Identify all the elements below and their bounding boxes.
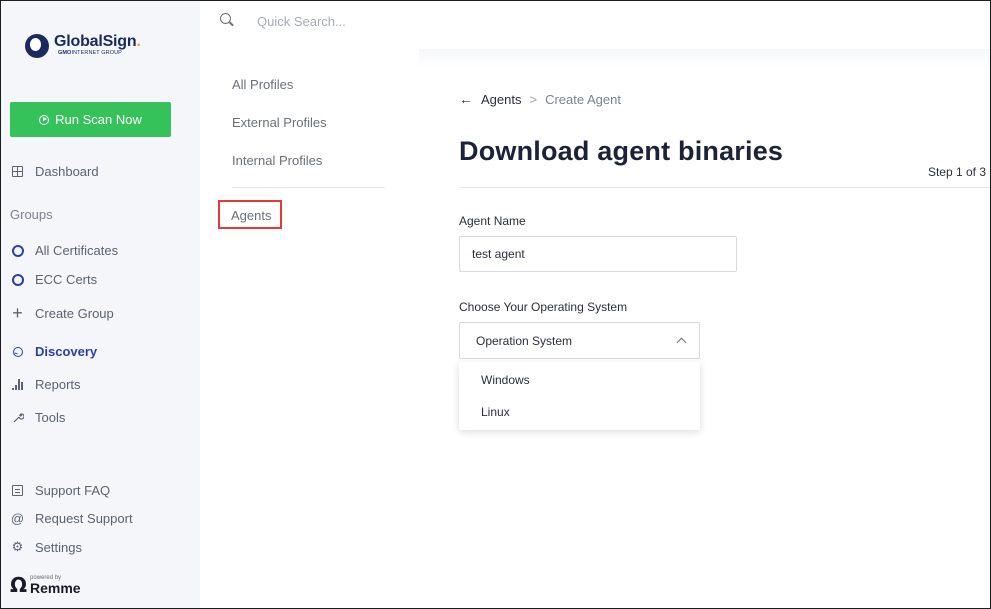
- sidebar: GlobalSign. GMOINTERNET GROUP Run Scan N…: [1, 1, 200, 608]
- search-icon[interactable]: [220, 13, 231, 24]
- top-search-bar: [200, 1, 990, 49]
- nav-discovery-label: Discovery: [35, 344, 98, 359]
- discovery-subnav: All Profiles External Profiles Internal …: [200, 49, 419, 608]
- group-item-label: All Certificates: [35, 243, 119, 258]
- reports-chart-icon: [12, 379, 23, 390]
- group-ring-icon: [11, 244, 24, 257]
- discovery-icon: [12, 346, 23, 357]
- faq-doc-icon: [12, 485, 23, 496]
- globalsign-eye-icon: [25, 34, 49, 58]
- page-title: Download agent binaries: [459, 136, 784, 166]
- at-sign-icon: @: [10, 511, 25, 526]
- group-item-all-certificates[interactable]: All Certificates: [10, 243, 118, 258]
- powered-by-remme: Ω powered by Remme: [10, 575, 81, 595]
- groups-heading: Groups: [10, 207, 53, 222]
- logo-dot: .: [136, 33, 141, 50]
- main-content: ← Agents > Create Agent Download agent b…: [419, 49, 990, 608]
- title-divider: [459, 187, 990, 188]
- globalsign-logo[interactable]: GlobalSign. GMOINTERNET GROUP: [25, 34, 141, 58]
- nav-request-support[interactable]: @ Request Support: [10, 511, 133, 526]
- logo-sub-rest: INTERNET GROUP: [71, 50, 122, 56]
- subnav-item-all-profiles[interactable]: All Profiles: [232, 77, 293, 92]
- create-group-label: Create Group: [35, 306, 114, 321]
- logo-sub-bold: GMO: [58, 50, 72, 56]
- subnav-item-agents[interactable]: Agents: [231, 208, 271, 223]
- nav-dashboard-label: Dashboard: [35, 164, 99, 179]
- logo-name: GlobalSign: [54, 33, 137, 50]
- nav-tools[interactable]: Tools: [10, 410, 65, 425]
- group-item-ecc-certs[interactable]: ECC Certs: [10, 272, 97, 287]
- create-group-button[interactable]: + Create Group: [10, 303, 114, 324]
- subnav-item-external-profiles[interactable]: External Profiles: [232, 115, 327, 130]
- agent-name-label: Agent Name: [459, 214, 526, 228]
- dashboard-icon: [12, 166, 23, 177]
- chevron-up-icon: [676, 337, 687, 348]
- nav-request-support-label: Request Support: [35, 511, 133, 526]
- os-label: Choose Your Operating System: [459, 300, 628, 314]
- nav-support-faq[interactable]: Support FAQ: [10, 483, 110, 498]
- nav-dashboard[interactable]: Dashboard: [10, 164, 99, 179]
- os-dropdown-menu: Windows Linux: [459, 362, 700, 430]
- nav-support-faq-label: Support FAQ: [35, 483, 111, 498]
- nav-settings-label: Settings: [35, 539, 82, 555]
- group-item-label: ECC Certs: [35, 272, 98, 287]
- gear-icon: ⚙: [11, 539, 24, 554]
- powered-by-brand: Remme: [30, 580, 81, 596]
- search-input[interactable]: [257, 11, 557, 31]
- nav-discovery[interactable]: Discovery: [10, 344, 97, 359]
- group-ring-icon: [11, 273, 24, 286]
- subnav-divider: [232, 187, 385, 188]
- os-select[interactable]: Operation System: [459, 322, 700, 359]
- os-option-windows[interactable]: Windows: [481, 373, 530, 387]
- remme-logo-icon: Ω: [10, 573, 28, 597]
- nav-settings[interactable]: ⚙ Settings: [10, 539, 82, 555]
- nav-tools-label: Tools: [35, 410, 66, 425]
- os-select-value: Operation System: [476, 333, 573, 348]
- run-scan-label: Run Scan Now: [55, 112, 142, 127]
- subnav-item-internal-profiles[interactable]: Internal Profiles: [232, 153, 322, 168]
- wrench-icon: [10, 412, 25, 424]
- nav-reports-label: Reports: [35, 377, 81, 392]
- nav-reports[interactable]: Reports: [10, 377, 81, 392]
- os-option-linux[interactable]: Linux: [481, 405, 510, 419]
- back-arrow-icon[interactable]: ←: [459, 91, 473, 107]
- breadcrumb: ← Agents > Create Agent: [459, 91, 621, 107]
- breadcrumb-chevron-icon: >: [529, 91, 538, 107]
- breadcrumb-current: Create Agent: [545, 91, 621, 107]
- play-circle-icon: [39, 114, 50, 125]
- plus-icon: +: [12, 303, 23, 323]
- app-window: GlobalSign. GMOINTERNET GROUP Run Scan N…: [0, 0, 991, 609]
- run-scan-button[interactable]: Run Scan Now: [10, 102, 171, 137]
- step-indicator: Step 1 of 3: [927, 165, 986, 179]
- breadcrumb-agents-link[interactable]: Agents: [481, 92, 521, 107]
- agent-name-input[interactable]: [459, 236, 737, 272]
